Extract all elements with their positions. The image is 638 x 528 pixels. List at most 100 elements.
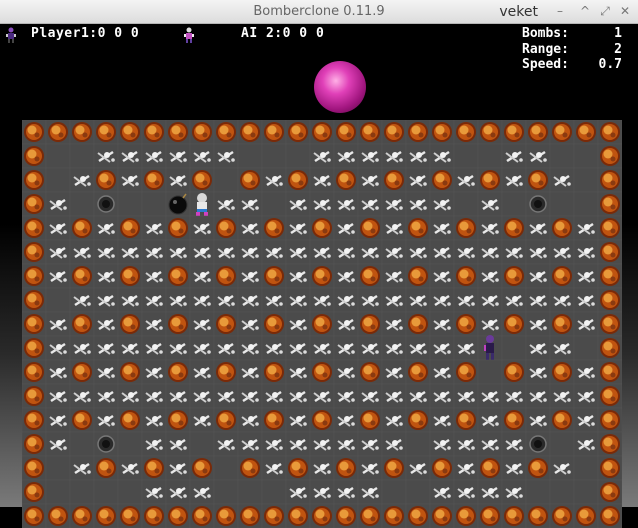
bones-block: [309, 167, 335, 193]
fire-block: [141, 120, 167, 145]
bones-block: [45, 335, 71, 361]
fire-block: [357, 215, 383, 241]
bones-block: [285, 311, 311, 337]
bones-block: [237, 383, 263, 409]
bones-block: [45, 407, 71, 433]
bones-block: [93, 335, 119, 361]
fire-block: [189, 167, 215, 193]
bones-block: [549, 383, 575, 409]
fire-block: [22, 287, 47, 313]
fire-block: [357, 407, 383, 433]
fire-block: [453, 263, 479, 289]
game-board[interactable]: [22, 120, 622, 528]
close-button[interactable]: ✕: [617, 3, 633, 19]
bones-block: [69, 167, 95, 193]
bones-block: [501, 383, 527, 409]
bones-block: [525, 407, 551, 433]
fire-block: [357, 311, 383, 337]
floor: [237, 143, 263, 169]
shade-button[interactable]: ^: [577, 3, 593, 19]
bones-block: [429, 479, 455, 505]
bones-block: [453, 335, 479, 361]
maximize-button[interactable]: ⤢: [597, 3, 613, 19]
bones-block: [261, 455, 287, 481]
bones-block: [189, 215, 215, 241]
bones-block: [189, 287, 215, 313]
fire-block: [597, 383, 622, 409]
fire-block: [597, 335, 622, 361]
bones-block: [429, 431, 455, 457]
bones-block: [381, 215, 407, 241]
bones-block: [357, 431, 383, 457]
bones-block: [405, 335, 431, 361]
fire-block: [69, 263, 95, 289]
ai-2[interactable]: [477, 335, 503, 361]
fire-block: [597, 359, 622, 385]
bones-block: [429, 311, 455, 337]
fire-block: [405, 263, 431, 289]
board-grid[interactable]: [22, 120, 622, 528]
fire-block: [22, 335, 47, 361]
player-1[interactable]: [189, 191, 215, 217]
floor: [69, 431, 95, 457]
game-screen[interactable]: Player1:0 0 0 AI 2:0 0 0 Bombs: 1 Range: 2…: [0, 24, 638, 528]
bones-block: [453, 431, 479, 457]
fire-block: [597, 167, 622, 193]
floor: [117, 479, 143, 505]
bones-block: [429, 191, 455, 217]
window-titlebar[interactable]: Bomberclone 0.11.9 veket – ^ ⤢ ✕: [0, 0, 638, 24]
floor: [213, 167, 239, 193]
minimize-button[interactable]: –: [552, 3, 568, 19]
bones-block: [165, 239, 191, 265]
fire-block: [549, 263, 575, 289]
bones-block: [45, 239, 71, 265]
fire-block: [165, 215, 191, 241]
bones-block: [333, 287, 359, 313]
floor: [117, 191, 143, 217]
bones-block: [357, 167, 383, 193]
bones-block: [213, 143, 239, 169]
bones-block: [453, 383, 479, 409]
bones-block: [141, 287, 167, 313]
bones-block: [285, 287, 311, 313]
bones-block: [285, 431, 311, 457]
fire-block: [117, 215, 143, 241]
fire-block: [237, 167, 263, 193]
bones-block: [501, 143, 527, 169]
fire-block: [477, 120, 503, 145]
bones-block: [165, 287, 191, 313]
bones-block: [165, 383, 191, 409]
bones-block: [333, 407, 359, 433]
bones-block: [381, 263, 407, 289]
bones-block: [405, 287, 431, 313]
fire-block: [22, 479, 47, 505]
fire-block: [285, 455, 311, 481]
bones-block: [165, 335, 191, 361]
bones-block: [213, 431, 239, 457]
bones-block: [141, 359, 167, 385]
bones-block: [429, 215, 455, 241]
fire-block: [381, 167, 407, 193]
fire-block: [22, 167, 47, 193]
bones-block: [501, 167, 527, 193]
floor: [477, 359, 503, 385]
fire-block: [525, 167, 551, 193]
bones-block: [117, 143, 143, 169]
floor: [453, 191, 479, 217]
fire-block: [333, 167, 359, 193]
bones-block: [333, 431, 359, 457]
fire-block: [141, 167, 167, 193]
bones-block: [93, 407, 119, 433]
fire-block: [597, 431, 622, 457]
bones-block: [573, 359, 599, 385]
bones-block: [237, 335, 263, 361]
bones-block: [189, 359, 215, 385]
bones-block: [501, 455, 527, 481]
bones-block: [573, 287, 599, 313]
fire-block: [549, 503, 575, 528]
fire-block: [549, 215, 575, 241]
fire-block: [501, 407, 527, 433]
bones-block: [141, 407, 167, 433]
bones-block: [69, 383, 95, 409]
bones-block: [525, 263, 551, 289]
